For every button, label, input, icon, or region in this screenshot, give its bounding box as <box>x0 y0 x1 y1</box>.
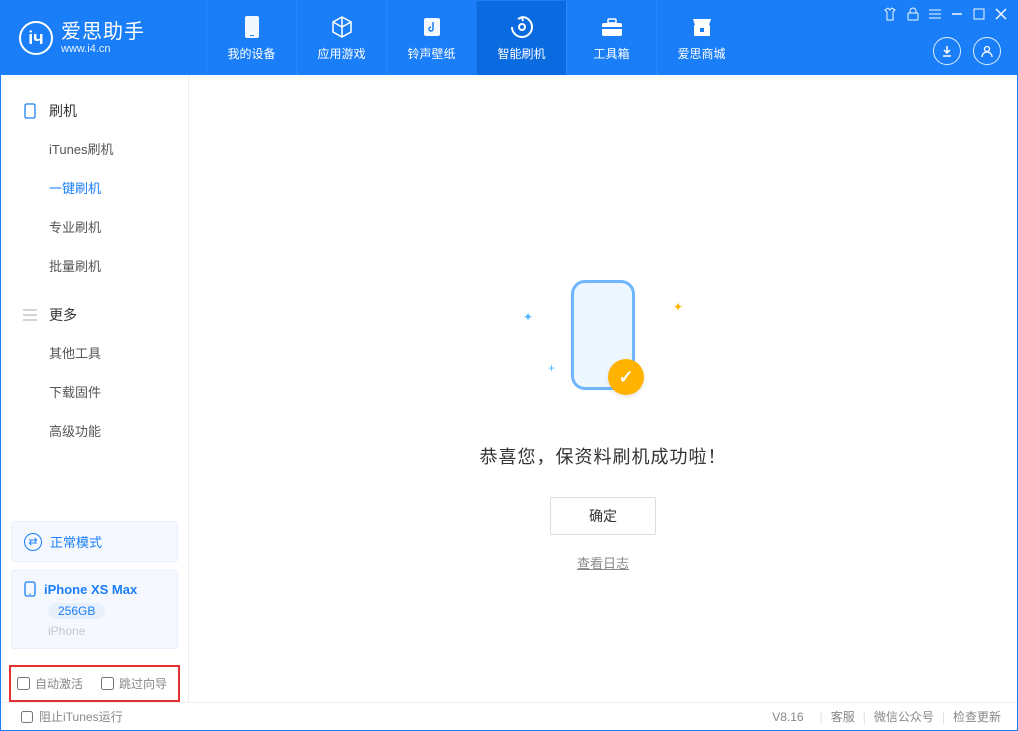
stop-itunes-checkbox[interactable] <box>21 711 33 723</box>
auto-activate-checkbox[interactable] <box>17 677 30 690</box>
logo-area: iч 爱思助手 www.i4.cn <box>1 21 206 55</box>
header: iч 爱思助手 www.i4.cn 我的设备 应用游戏 铃声壁纸 <box>1 1 1017 75</box>
sidebar-item-download-firmware[interactable]: 下载固件 <box>1 372 188 411</box>
success-message: 恭喜您，保资料刷机成功啦！ <box>480 443 727 469</box>
skip-guide-checkbox[interactable] <box>101 677 114 690</box>
list-icon <box>21 309 39 321</box>
nav-my-device[interactable]: 我的设备 <box>206 1 296 75</box>
sidebar: 刷机 iTunes刷机 一键刷机 专业刷机 批量刷机 更多 其他工具 下载固件 … <box>1 75 189 702</box>
sidebar-section-more: 更多 <box>1 297 188 333</box>
sidebar-item-other-tools[interactable]: 其他工具 <box>1 333 188 372</box>
phone-frame-icon: ✓ <box>571 280 635 390</box>
nav-shop[interactable]: 爱思商城 <box>656 1 746 75</box>
phone-outline-icon <box>21 103 39 119</box>
toolbox-icon <box>600 14 624 40</box>
nav-apps-games[interactable]: 应用游戏 <box>296 1 386 75</box>
cube-icon <box>330 14 354 40</box>
main-content: ✦ ✦ + ✓ 恭喜您，保资料刷机成功啦！ 确定 查看日志 <box>189 75 1017 702</box>
stop-itunes-label: 阻止iTunes运行 <box>39 708 123 725</box>
logo-icon: iч <box>19 21 53 55</box>
mode-block[interactable]: ⇄ 正常模式 <box>11 521 178 562</box>
checkbox-auto-activate[interactable]: 自动激活 <box>17 675 83 692</box>
device-icon <box>244 14 260 40</box>
menu-icon[interactable] <box>929 8 941 20</box>
storage-badge: 256GB <box>48 603 105 619</box>
maximize-button[interactable] <box>973 8 985 20</box>
footer-link-wechat[interactable]: 微信公众号 <box>874 708 934 725</box>
mode-label: 正常模式 <box>50 532 102 551</box>
sidebar-item-batch-flash[interactable]: 批量刷机 <box>1 246 188 285</box>
navbar: 我的设备 应用游戏 铃声壁纸 智能刷机 工具箱 <box>206 1 746 75</box>
ok-button[interactable]: 确定 <box>550 497 656 535</box>
device-block[interactable]: iPhone XS Max 256GB iPhone <box>11 570 178 649</box>
sidebar-item-itunes-flash[interactable]: iTunes刷机 <box>1 129 188 168</box>
close-button[interactable] <box>995 8 1007 20</box>
check-icon: ✓ <box>608 359 644 395</box>
device-type: iPhone <box>48 624 165 638</box>
shop-icon <box>690 14 714 40</box>
nav-toolbox[interactable]: 工具箱 <box>566 1 656 75</box>
version-label: V8.16 <box>772 710 803 724</box>
sidebar-section-flash: 刷机 <box>1 93 188 129</box>
download-button[interactable] <box>933 37 961 65</box>
swap-icon: ⇄ <box>24 533 42 551</box>
sidebar-item-oneclick-flash[interactable]: 一键刷机 <box>1 168 188 207</box>
music-icon <box>421 14 443 40</box>
sidebar-item-pro-flash[interactable]: 专业刷机 <box>1 207 188 246</box>
refresh-icon <box>510 14 534 40</box>
checkbox-skip-guide[interactable]: 跳过向导 <box>101 675 167 692</box>
footer: 阻止iTunes运行 V8.16 | 客服 | 微信公众号 | 检查更新 <box>1 702 1017 730</box>
sidebar-item-advanced[interactable]: 高级功能 <box>1 411 188 450</box>
app-subtitle: www.i4.cn <box>61 43 145 55</box>
minimize-button[interactable] <box>951 8 963 20</box>
phone-icon <box>24 581 36 597</box>
device-name: iPhone XS Max <box>44 582 137 597</box>
view-log-link[interactable]: 查看日志 <box>577 553 629 572</box>
footer-link-update[interactable]: 检查更新 <box>953 708 1001 725</box>
footer-link-support[interactable]: 客服 <box>831 708 855 725</box>
nav-smart-flash[interactable]: 智能刷机 <box>476 1 566 75</box>
lock-icon[interactable] <box>907 7 919 21</box>
shirt-icon[interactable] <box>883 7 897 21</box>
success-illustration: ✦ ✦ + ✓ <box>513 275 693 395</box>
app-title: 爱思助手 <box>61 21 145 43</box>
user-button[interactable] <box>973 37 1001 65</box>
checkbox-highlight-area: 自动激活 跳过向导 <box>9 665 180 702</box>
nav-ringtones[interactable]: 铃声壁纸 <box>386 1 476 75</box>
